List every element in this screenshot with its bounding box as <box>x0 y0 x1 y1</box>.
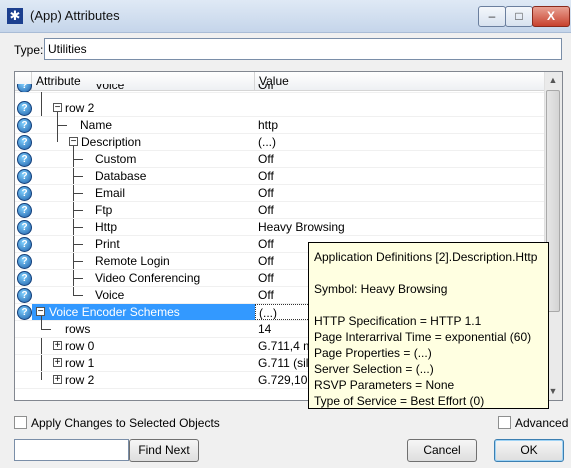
help-icon[interactable]: ? <box>17 101 32 116</box>
table-row[interactable]: ? Custom Off <box>15 146 546 168</box>
attribute-name: rows <box>65 322 91 336</box>
attribute-name: Voice <box>95 288 125 302</box>
expand-icon[interactable]: + <box>53 341 62 351</box>
ok-button[interactable]: OK <box>494 439 564 462</box>
title-bar: ✱ (App) Attributes – □ X <box>0 0 571 33</box>
asterisk-app-icon: ✱ <box>7 8 23 24</box>
collapse-icon[interactable]: − <box>53 103 62 113</box>
minimize-button[interactable]: – <box>478 6 506 27</box>
apply-changes-option[interactable]: Apply Changes to Selected Objects <box>14 416 274 430</box>
attribute-value[interactable] <box>255 100 546 116</box>
table-row[interactable]: ? Ftp Off <box>15 202 546 219</box>
attribute-name: Video Conferencing <box>95 271 201 285</box>
help-icon[interactable]: ? <box>17 186 32 201</box>
attribute-name: Name <box>80 118 113 132</box>
attribute-name: row 2 <box>65 373 95 387</box>
table-row[interactable]: ? Http Heavy Browsing <box>15 219 546 236</box>
find-input[interactable] <box>14 439 129 461</box>
collapse-icon[interactable]: − <box>36 307 45 317</box>
type-label: Type: <box>14 43 44 57</box>
attribute-tooltip: Application Definitions [2].Description.… <box>308 242 549 409</box>
attribute-name: row 1 <box>65 356 95 370</box>
help-icon[interactable]: ? <box>17 84 32 92</box>
attributes-dialog: ✱ (App) Attributes – □ X Type: Utilities… <box>0 0 571 468</box>
scroll-up-arrow-icon[interactable]: ▲ <box>545 72 561 89</box>
help-icon[interactable]: ? <box>17 254 32 269</box>
attribute-value[interactable]: Off <box>255 84 546 92</box>
attribute-name: Custom <box>95 152 137 166</box>
help-icon[interactable]: ? <box>17 135 32 150</box>
attribute-value[interactable]: (...) <box>255 134 546 150</box>
attribute-name: Database <box>95 169 147 183</box>
tooltip-line: Page Interarrival Time = exponential (60… <box>314 330 532 344</box>
attribute-value[interactable]: Heavy Browsing <box>255 219 546 235</box>
help-icon[interactable]: ? <box>17 237 32 252</box>
tooltip-line: Type of Service = Best Effort (0) <box>314 394 485 408</box>
attribute-name: Ftp <box>95 203 113 217</box>
tooltip-line: RSVP Parameters = None <box>314 378 455 392</box>
maximize-button[interactable]: □ <box>505 6 533 27</box>
attribute-name: row 0 <box>65 339 95 353</box>
close-button[interactable]: X <box>532 6 570 27</box>
help-icon[interactable]: ? <box>17 305 32 320</box>
help-icon[interactable]: ? <box>17 118 32 133</box>
advanced-option[interactable]: Advanced <box>498 416 568 430</box>
tooltip-line: HTTP Specification = HTTP 1.1 <box>314 314 482 328</box>
tooltip-symbol: Symbol: Heavy Browsing <box>314 282 448 296</box>
tooltip-title: Application Definitions [2].Description.… <box>314 250 538 264</box>
help-icon[interactable]: ? <box>17 152 32 167</box>
apply-changes-label: Apply Changes to Selected Objects <box>31 416 220 430</box>
advanced-label: Advanced <box>515 416 569 430</box>
tooltip-line: Page Properties = (...) <box>314 346 432 360</box>
collapse-icon[interactable]: − <box>69 137 78 147</box>
table-row[interactable]: ? Database Off <box>15 168 546 185</box>
table-row[interactable]: ? Email Off <box>15 185 546 202</box>
window-title: (App) Attributes <box>30 8 120 23</box>
table-row[interactable]: ? − row 2 <box>15 92 546 117</box>
help-icon[interactable]: ? <box>17 288 32 303</box>
table-row[interactable]: ? Name http <box>15 112 546 134</box>
attribute-name: row 2 <box>65 101 95 115</box>
attribute-name: Http <box>95 220 118 234</box>
expand-icon[interactable]: + <box>53 358 62 368</box>
attribute-name: Description <box>81 135 142 149</box>
attribute-name: Voice Encoder Schemes <box>49 305 180 319</box>
find-next-button[interactable]: Find Next <box>129 439 199 462</box>
attribute-value[interactable]: Off <box>255 185 546 201</box>
attribute-name: Remote Login <box>95 254 170 268</box>
tooltip-line: Server Selection = (...) <box>314 362 434 376</box>
advanced-checkbox[interactable] <box>498 416 511 429</box>
help-icon[interactable]: ? <box>17 220 32 235</box>
cancel-button[interactable]: Cancel <box>407 439 477 462</box>
help-icon[interactable]: ? <box>17 169 32 184</box>
table-row[interactable]: ? Voice Off <box>15 84 546 93</box>
attribute-name: Voice <box>95 84 125 92</box>
help-icon[interactable]: ? <box>17 203 32 218</box>
attribute-name: Email <box>95 186 126 200</box>
help-icon[interactable]: ? <box>17 271 32 286</box>
attribute-value[interactable]: Off <box>255 202 546 218</box>
attribute-value[interactable]: http <box>255 117 546 133</box>
expand-icon[interactable]: + <box>53 375 62 385</box>
apply-changes-checkbox[interactable] <box>14 416 27 429</box>
attribute-value[interactable]: Off <box>255 151 546 167</box>
attribute-name: Print <box>95 237 120 251</box>
table-row[interactable]: ? − Description (...) <box>15 126 546 151</box>
type-field[interactable]: Utilities <box>44 38 562 60</box>
attribute-value[interactable]: Off <box>255 168 546 184</box>
